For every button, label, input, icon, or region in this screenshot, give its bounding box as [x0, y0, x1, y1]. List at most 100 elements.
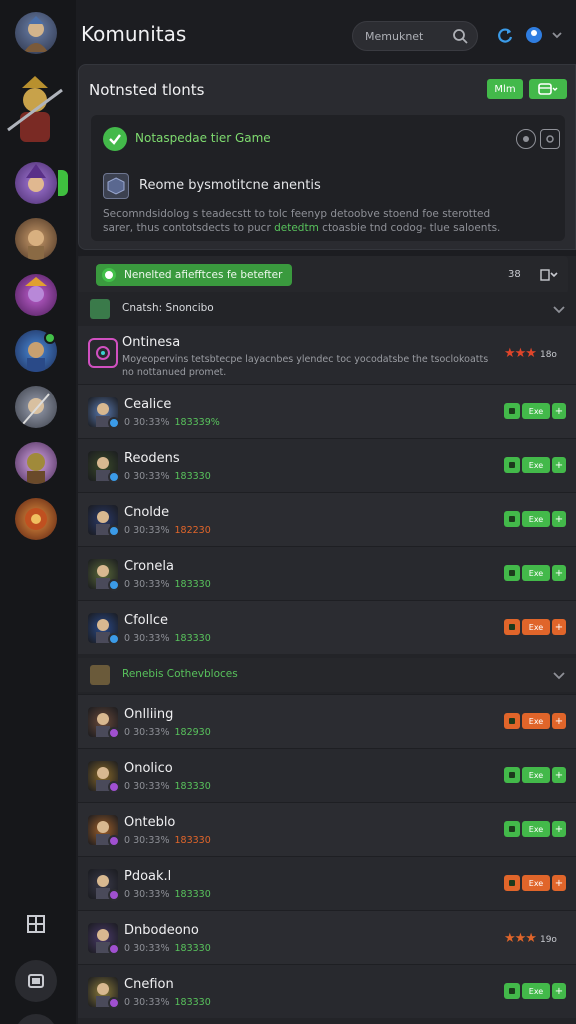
join-button[interactable]: Exe [522, 821, 550, 837]
window-button[interactable] [15, 960, 57, 1002]
stat-value: 183330 [174, 997, 211, 1008]
join-action[interactable]: Exe + [504, 565, 566, 583]
stat-value: 183330 [174, 579, 211, 590]
server-rail [0, 0, 76, 1024]
list-item[interactable]: Reodens 0 30:33% 183330 Exe + [78, 438, 576, 492]
dropdown-button[interactable] [546, 24, 568, 46]
community-stats: 0 30:33% 183330 [124, 471, 211, 482]
list-item[interactable]: Onolico 0 30:33% 183330 Exe + [78, 748, 576, 802]
list-item[interactable]: Onlliing 0 30:33% 182930 Exe + [78, 694, 576, 748]
server-icon-2[interactable] [15, 162, 57, 204]
filter-banner[interactable]: Nenelted afiefftces fe betefter [96, 264, 292, 286]
list-item[interactable]: Cealice 0 30:33% 183339% Exe + [78, 384, 576, 438]
shield-icon[interactable] [504, 983, 520, 999]
community-name: Pdoak.l [124, 869, 172, 884]
community-stats: 0 30:33% 183330 [124, 579, 211, 590]
notice-inner-panel: Notaspedae tier Game Reome bysmotitcne a… [91, 115, 565, 241]
community-name: Cronela [124, 559, 174, 574]
join-action[interactable]: Exe + [504, 983, 566, 1001]
plus-icon[interactable]: + [552, 565, 566, 581]
plus-icon[interactable]: + [552, 403, 566, 419]
join-button[interactable]: Exe [522, 457, 550, 473]
search-input[interactable] [365, 22, 453, 50]
server-hero-icon[interactable] [0, 70, 70, 148]
join-action[interactable]: Exe + [504, 511, 566, 529]
list-item[interactable]: Cnefion 0 30:33% 183330 Exe + [78, 964, 576, 1018]
shield-icon[interactable] [504, 565, 520, 581]
join-action[interactable]: Exe + [504, 875, 566, 893]
star-icon: ★★★ [504, 346, 537, 361]
stat-value: 183330 [174, 781, 211, 792]
list-item[interactable]: Cnolde 0 30:33% 182230 Exe + [78, 492, 576, 546]
server-icon-7[interactable] [15, 442, 57, 484]
join-action[interactable]: Exe + [504, 457, 566, 475]
stat-value: 183330 [174, 943, 211, 954]
join-action[interactable]: Exe + [504, 713, 566, 731]
compass-icon[interactable] [516, 129, 536, 149]
join-button[interactable]: Exe [522, 875, 550, 891]
mlm-button[interactable]: Mlm [487, 79, 523, 99]
shield-icon[interactable] [504, 457, 520, 473]
search-icon[interactable] [452, 28, 468, 44]
shield-icon[interactable] [504, 713, 520, 729]
join-action[interactable]: Exe + [504, 767, 566, 785]
community-name: Cealice [124, 397, 172, 412]
server-icon-3[interactable] [15, 218, 57, 260]
stat-value: 183330 [174, 633, 211, 644]
join-action[interactable]: Exe + [504, 403, 566, 421]
join-action[interactable]: Exe + [504, 619, 566, 637]
community-stats: 0 30:33% 183330 [124, 889, 211, 900]
list-item[interactable]: Pdoak.l 0 30:33% 183330 Exe + [78, 856, 576, 910]
join-button[interactable]: Exe [522, 565, 550, 581]
page-title: Komunitas [81, 22, 187, 46]
shield-icon[interactable] [504, 619, 520, 635]
banner-dot-icon [102, 268, 116, 282]
shield-icon[interactable] [504, 511, 520, 527]
plus-icon[interactable]: + [552, 983, 566, 999]
collapse-icon[interactable] [540, 266, 558, 284]
profile-button[interactable] [523, 24, 545, 46]
server-icon-4[interactable] [15, 274, 57, 316]
shield-icon[interactable] [504, 767, 520, 783]
app-root: Komunitas Notnsted tlonts Mlm Notaspedae… [0, 0, 576, 1024]
server-icon-8[interactable] [15, 498, 57, 540]
list-item[interactable]: Dnbodeono 0 30:33% 183330 ★★★ 19o [78, 910, 576, 964]
calendar-button[interactable] [529, 79, 567, 99]
join-button[interactable]: Exe [522, 403, 550, 419]
fire-mask-icon [25, 508, 47, 530]
server-icon-6[interactable] [15, 386, 57, 428]
list-item[interactable]: Cfollce 0 30:33% 183330 Exe + [78, 600, 576, 654]
shield-icon[interactable] [504, 403, 520, 419]
featured-community[interactable]: Ontinesa Moyeopervins tetsbtecpe layacnb… [78, 326, 576, 384]
plus-icon[interactable]: + [552, 457, 566, 473]
warrior-icon [7, 76, 63, 142]
user-avatar[interactable] [15, 12, 57, 54]
join-button[interactable]: Exe [522, 619, 550, 635]
shield-icon[interactable] [504, 875, 520, 891]
join-button[interactable]: Exe [522, 767, 550, 783]
plus-icon[interactable]: + [552, 619, 566, 635]
plus-icon[interactable]: + [552, 713, 566, 729]
notice-card: Notnsted tlonts Mlm Notaspedae tier Game… [78, 64, 576, 250]
join-action[interactable]: Exe + [504, 821, 566, 839]
chevron-down-icon[interactable] [552, 668, 566, 682]
join-button[interactable]: Exe [522, 713, 550, 729]
chevron-down-icon[interactable] [552, 302, 566, 316]
plus-icon[interactable]: + [552, 821, 566, 837]
list-item[interactable]: Cronela 0 30:33% 183330 Exe + [78, 546, 576, 600]
settings-icon[interactable] [540, 129, 560, 149]
join-button[interactable]: Exe [522, 511, 550, 527]
more-button[interactable] [15, 1014, 57, 1024]
plus-icon[interactable]: + [552, 767, 566, 783]
shield-icon[interactable] [504, 821, 520, 837]
join-button[interactable]: Exe [522, 983, 550, 999]
section-header-1[interactable]: Cnatsh: Snoncibo [78, 292, 576, 326]
list-item[interactable]: Onteblo 0 30:33% 183330 Exe + [78, 802, 576, 856]
plus-icon[interactable]: + [552, 511, 566, 527]
search-box[interactable] [352, 21, 478, 51]
section-header-2[interactable]: Renebis Cothevbloces [78, 658, 576, 692]
grid-view-button[interactable] [18, 906, 54, 942]
sync-button[interactable] [494, 24, 516, 46]
community-name: Cfollce [124, 613, 168, 628]
plus-icon[interactable]: + [552, 875, 566, 891]
